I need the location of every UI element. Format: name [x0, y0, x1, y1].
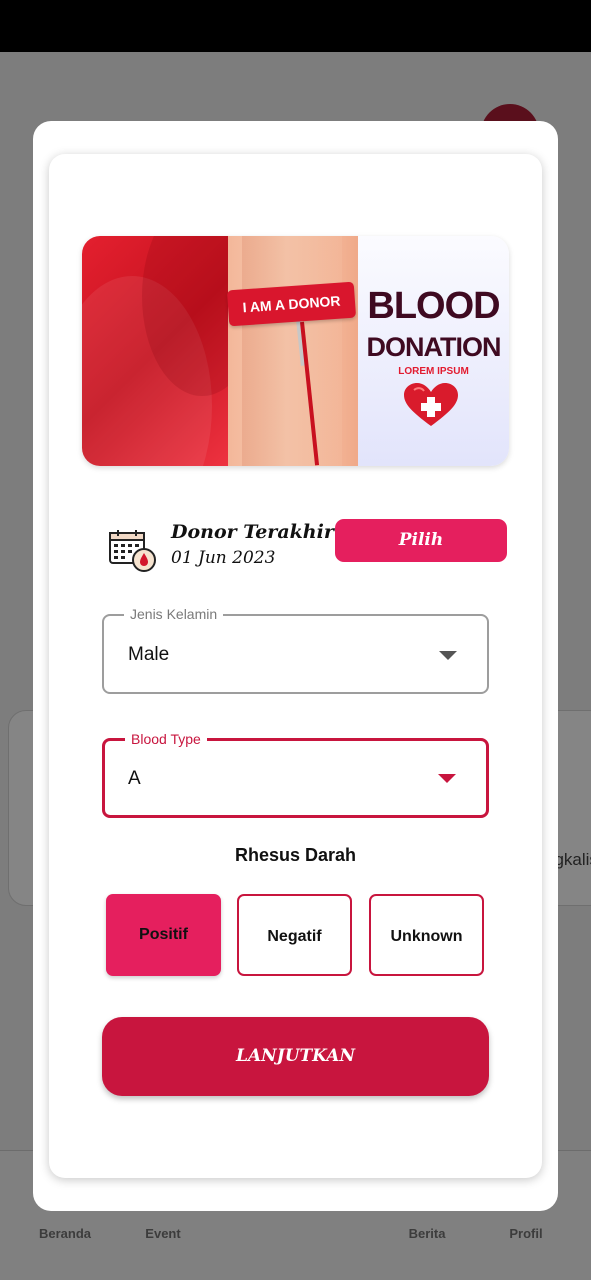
calendar-blood-icon: [109, 530, 156, 572]
banner-red-cloth: [82, 236, 262, 466]
blood-type-select-label: Blood Type: [125, 731, 207, 747]
blood-type-select[interactable]: Blood Type A: [102, 731, 489, 818]
nav-item-beranda: Beranda: [38, 1226, 92, 1241]
nav-item-event: Event: [145, 1226, 181, 1241]
continue-button[interactable]: LANJUTKAN: [102, 1017, 489, 1096]
banner-title-line2: DONATION: [366, 332, 502, 362]
chevron-down-icon: [439, 651, 457, 660]
banner-subtitle: LOREM IPSUM: [398, 366, 469, 377]
chevron-down-icon: [438, 774, 456, 783]
status-bar: [0, 0, 591, 52]
gender-select[interactable]: Jenis Kelamin Male: [102, 606, 489, 694]
last-donor-title: Donor Terakhir: [171, 521, 334, 543]
rhesus-option-positif[interactable]: Positif: [106, 894, 221, 976]
nav-item-berita: Berita: [408, 1226, 446, 1241]
heart-icon: [404, 383, 458, 426]
blood-donation-banner: I AM A DONOR BLOOD DONATION LOREM IPSUM: [82, 236, 509, 466]
blood-type-select-value: A: [128, 768, 141, 789]
gender-select-value: Male: [128, 644, 170, 665]
rhesus-option-negatif[interactable]: Negatif: [237, 894, 352, 976]
last-donor-date: 01 Jun 2023: [171, 548, 276, 568]
banner-title-line1: BLOOD: [367, 285, 500, 327]
nav-item-profil: Profil: [509, 1226, 543, 1241]
rhesus-option-unknown[interactable]: Unknown: [369, 894, 484, 976]
rhesus-title: Rhesus Darah: [234, 845, 357, 865]
pick-date-button[interactable]: Pilih: [335, 519, 507, 562]
gender-select-label: Jenis Kelamin: [124, 606, 224, 622]
